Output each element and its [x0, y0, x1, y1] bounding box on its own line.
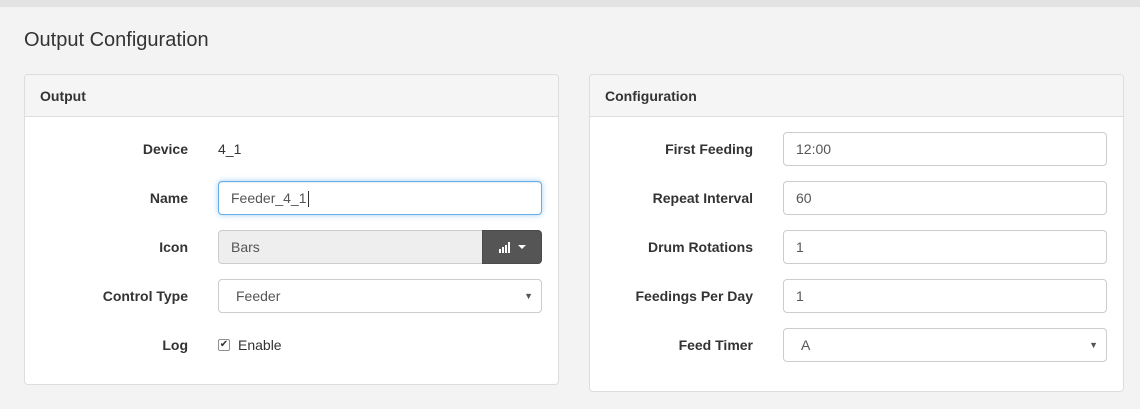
icon-field: Bars	[218, 230, 483, 264]
feedings-per-day-input[interactable]: 1	[783, 279, 1107, 313]
feed-timer-row: Feed Timer A ▼	[590, 328, 1123, 362]
repeat-interval-row: Repeat Interval 60	[590, 181, 1123, 215]
log-enable-checkbox[interactable]: ✔ Enable	[218, 328, 282, 362]
caret-down-icon	[517, 245, 526, 249]
drum-rotations-input[interactable]: 1	[783, 230, 1107, 264]
device-value: 4_1	[218, 141, 242, 157]
feed-timer-value: A	[801, 337, 811, 353]
name-input[interactable]: Feeder_4_1	[218, 181, 542, 215]
drum-rotations-label: Drum Rotations	[648, 239, 753, 255]
checkbox-checked-icon[interactable]: ✔	[218, 339, 230, 351]
output-panel: Output Device 4_1 Name Feeder_4_1 Icon B…	[24, 74, 559, 385]
name-input-value: Feeder_4_1	[231, 190, 307, 206]
control-type-select[interactable]: Feeder ▼	[218, 279, 542, 313]
feedings-per-day-row: Feedings Per Day 1	[590, 279, 1123, 313]
configuration-panel: Configuration First Feeding 12:00 Repeat…	[589, 74, 1124, 392]
device-row: Device 4_1	[25, 132, 558, 166]
control-type-row: Control Type Feeder ▼	[25, 279, 558, 313]
drum-rotations-row: Drum Rotations 1	[590, 230, 1123, 264]
feed-timer-label: Feed Timer	[678, 337, 753, 353]
bars-icon	[498, 241, 510, 253]
control-type-label: Control Type	[102, 288, 188, 304]
control-type-value: Feeder	[236, 288, 281, 304]
name-label: Name	[149, 190, 188, 206]
first-feeding-row: First Feeding 12:00	[590, 132, 1123, 166]
log-row: Log ✔ Enable	[25, 328, 558, 362]
repeat-interval-input[interactable]: 60	[783, 181, 1107, 215]
feed-timer-select[interactable]: A ▼	[783, 328, 1107, 362]
page-title: Output Configuration	[24, 29, 209, 51]
log-enable-label: Enable	[238, 337, 282, 353]
first-feeding-label: First Feeding	[665, 141, 753, 157]
name-row: Name Feeder_4_1	[25, 181, 558, 215]
log-label: Log	[162, 337, 188, 353]
icon-row: Icon Bars	[25, 230, 558, 264]
repeat-interval-label: Repeat Interval	[652, 190, 753, 206]
configuration-panel-heading: Configuration	[590, 75, 1123, 117]
device-label: Device	[142, 141, 188, 157]
icon-label: Icon	[159, 239, 188, 255]
feedings-per-day-label: Feedings Per Day	[635, 288, 754, 304]
icon-picker-button[interactable]	[482, 230, 542, 264]
output-panel-heading: Output	[25, 75, 558, 117]
text-cursor	[307, 191, 309, 208]
first-feeding-input[interactable]: 12:00	[783, 132, 1107, 166]
top-strip	[0, 0, 1140, 7]
chevron-down-icon: ▼	[1089, 340, 1098, 350]
chevron-down-icon: ▼	[524, 291, 533, 301]
